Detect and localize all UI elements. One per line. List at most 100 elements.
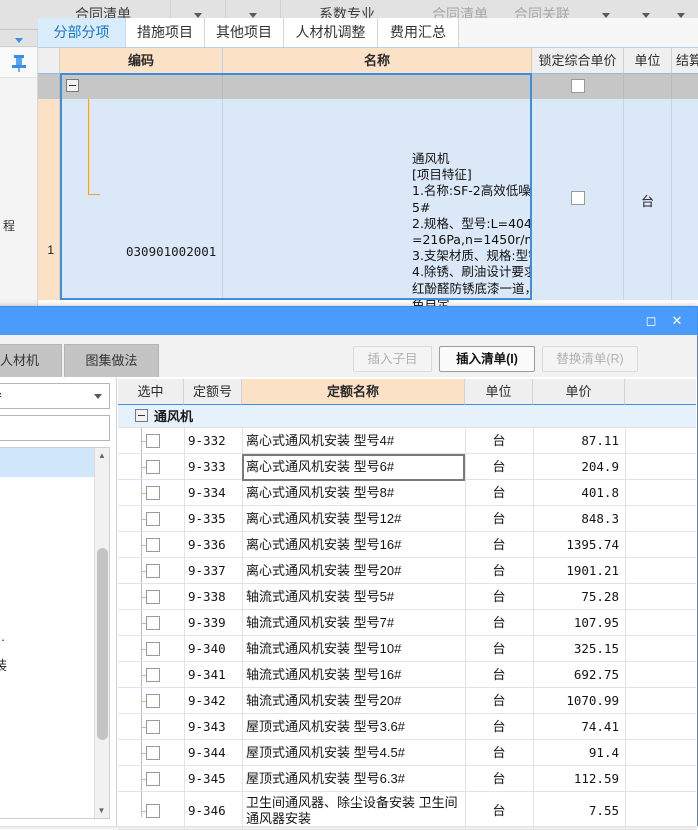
table-row[interactable]: 9-346 卫生间通风器、除尘设备安装 卫生间 通风器安装 台 7.55 (118, 792, 696, 830)
table-header-select[interactable]: 选中 (118, 379, 184, 405)
item-row-qty-cell[interactable] (672, 99, 698, 300)
row-name[interactable]: 轴流式通风机安装 型号7# (246, 610, 463, 636)
row-name[interactable]: 离心式通风机安装 型号4# (246, 428, 463, 454)
insert-list-button[interactable]: 插入清单(I) (439, 346, 535, 372)
table-row[interactable]: 9-341 轴流式通风机安装 型号16# 台 692.75 (118, 662, 696, 688)
rail-collapse-button[interactable] (0, 30, 37, 47)
row-name[interactable]: 轴流式通风机安装 型号20# (246, 688, 463, 714)
grid-header-quantity[interactable]: 结算工程量 (672, 48, 698, 74)
grid-header-name[interactable]: 名称 (223, 48, 532, 74)
row-checkbox[interactable] (146, 694, 160, 708)
project-row-lock-cell[interactable] (532, 74, 624, 99)
tab-cuoshixiangmu[interactable]: 措施项目 (126, 18, 205, 47)
row-checkbox[interactable] (146, 616, 160, 630)
row-select-cell[interactable] (118, 688, 184, 714)
row-checkbox[interactable] (146, 590, 160, 604)
project-row-qty-cell[interactable] (672, 74, 698, 99)
row-checkbox[interactable] (146, 434, 160, 448)
table-row[interactable]: 9-332 离心式通风机安装 型号4# 台 87.11 (118, 428, 696, 454)
row-name[interactable]: 离心式通风机安装 型号20# (246, 558, 463, 584)
grid-header-unit[interactable]: 单位 (624, 48, 672, 74)
row-name[interactable]: 离心式通风机安装 型号8# (246, 480, 463, 506)
row-select-cell[interactable] (118, 532, 184, 558)
row-select-cell[interactable] (118, 714, 184, 740)
collapse-minus-icon[interactable] (135, 409, 148, 422)
table-group-row[interactable]: 通风机 (118, 405, 696, 428)
table-header-price[interactable]: 单价 (533, 379, 625, 405)
tab-fenbufenxiang[interactable]: 分部分项 (38, 18, 126, 47)
row-name[interactable]: 卫生间通风器、除尘设备安装 卫生间 通风器安装 (246, 792, 463, 830)
grid-header-lockprice[interactable]: 锁定综合单价 (532, 48, 624, 74)
row-select-cell[interactable] (118, 662, 184, 688)
row-checkbox[interactable] (146, 804, 160, 818)
list-item[interactable]: 洁净室 (0, 767, 109, 796)
row-select-cell[interactable] (118, 584, 184, 610)
list-item[interactable]: 滤水器、溢水盘... (0, 622, 109, 651)
maximize-icon[interactable]: ◻ (641, 311, 661, 331)
close-icon[interactable]: ✕ (667, 311, 687, 331)
list-item[interactable]: 风机盘管 (0, 535, 109, 564)
item-row-lock-cell[interactable] (532, 99, 624, 300)
pin-button[interactable] (0, 48, 37, 78)
table-header-unit[interactable]: 单位 (465, 379, 533, 405)
table-row[interactable]: 9-343 屋顶式通风机安装 型号3.6# 台 74.41 (118, 714, 696, 740)
list-item[interactable]: 通风机 (0, 448, 109, 477)
tab-qitaxiangmu[interactable]: 其他项目 (205, 18, 284, 47)
row-checkbox[interactable] (146, 538, 160, 552)
scrollbar-thumb[interactable] (97, 548, 108, 740)
row-checkbox[interactable] (146, 746, 160, 760)
row-checkbox[interactable] (146, 486, 160, 500)
row-checkbox[interactable] (146, 642, 160, 656)
row-select-cell[interactable] (118, 480, 184, 506)
item-row-name-cell[interactable]: 通风机 [项目特征] 1.名称:SF-2高效低噪混流风机SWF-I-4. 5# … (223, 99, 663, 360)
category-list[interactable]: 通风机 除尘设备 空调器 风机盘管 密闭门制作安装 挡水板制作安装 滤水器、溢水… (0, 447, 110, 819)
table-row[interactable]: 9-342 轴流式通风机安装 型号20# 台 1070.99 (118, 688, 696, 714)
list-item[interactable]: 密闭门制作安装 (0, 564, 109, 593)
table-row[interactable]: 9-340 轴流式通风机安装 型号10# 台 325.15 (118, 636, 696, 662)
lock-checkbox[interactable] (570, 79, 585, 93)
table-row[interactable]: 9-337 离心式通风机安装 型号20# 台 1901.21 (118, 558, 696, 584)
dialog-title-bar[interactable]: ◻ ✕ (0, 307, 697, 335)
table-header-name[interactable]: 定额名称 (242, 379, 465, 405)
row-name[interactable]: 离心式通风机安装 型号16# (246, 532, 463, 558)
row-select-cell[interactable] (118, 558, 184, 584)
row-checkbox[interactable] (146, 460, 160, 474)
project-row-unit-cell[interactable] (624, 74, 672, 99)
table-row[interactable]: 9-334 离心式通风机安装 型号8# 台 401.8 (118, 480, 696, 506)
item-row-unit-cell[interactable]: 台 (624, 99, 672, 300)
row-name[interactable]: 屋顶式通风机安装 型号4.5# (246, 740, 463, 766)
list-item[interactable]: 金属壳体制作安装 (0, 651, 109, 680)
list-item[interactable]: 除尘设备 (0, 477, 109, 506)
row-name[interactable]: 离心式通风机安装 型号6# (246, 454, 463, 480)
row-name[interactable]: 轴流式通风机安装 型号5# (246, 584, 463, 610)
row-checkbox[interactable] (146, 512, 160, 526)
tab-feiyonghuizong[interactable]: 费用汇总 (378, 18, 459, 47)
row-select-cell[interactable] (118, 506, 184, 532)
dialog-tab-rencaiji[interactable]: 人材机 (0, 344, 62, 377)
triangle-down-icon[interactable]: ▼ (95, 803, 108, 818)
search-input[interactable] (0, 415, 110, 441)
row-checkbox[interactable] (146, 668, 160, 682)
row-select-cell[interactable] (118, 610, 184, 636)
row-select-cell[interactable] (118, 428, 184, 454)
category-list-scrollbar[interactable]: ▲ ▼ (94, 448, 109, 818)
price-table-select[interactable]: 西)-09价目表指导 (0, 383, 110, 409)
collapse-minus-icon[interactable] (66, 79, 79, 92)
item-row-code-cell[interactable]: 030901002001 (60, 99, 223, 300)
grid-header-code[interactable]: 编码 (60, 48, 223, 74)
row-checkbox[interactable] (146, 772, 160, 786)
table-row[interactable]: 9-345 屋顶式通风机安装 型号6.3# 台 112.59 (118, 766, 696, 792)
row-select-cell[interactable] (118, 766, 184, 792)
row-select-cell[interactable] (118, 740, 184, 766)
row-name[interactable]: 轴流式通风机安装 型号16# (246, 662, 463, 688)
insert-subitem-button[interactable]: 插入子目 (353, 346, 432, 372)
row-select-cell[interactable] (118, 454, 184, 480)
replace-list-button[interactable]: 替换清单(R) (542, 346, 638, 372)
project-row-name-cell[interactable]: 整个项目 (223, 74, 532, 123)
project-row-code-cell[interactable] (60, 74, 223, 99)
table-header-code[interactable]: 定额号 (184, 379, 242, 405)
row-checkbox[interactable] (146, 720, 160, 734)
row-checkbox[interactable] (146, 564, 160, 578)
list-item[interactable]: 作安装 (0, 796, 109, 818)
dialog-tab-tujizuofa[interactable]: 图集做法 (64, 344, 159, 377)
